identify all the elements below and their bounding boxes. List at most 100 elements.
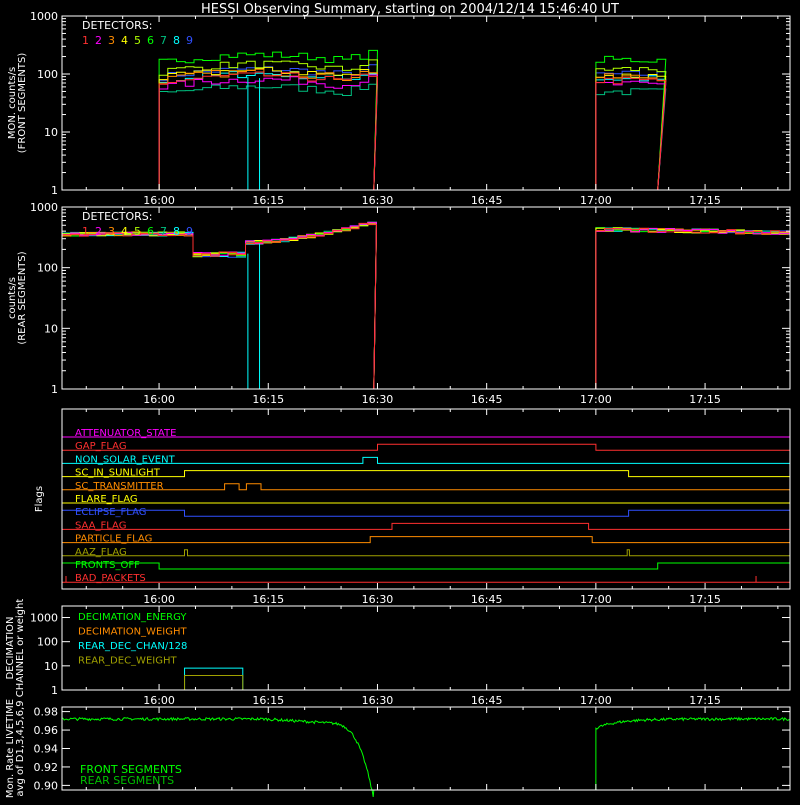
x-tick-label: 16:15 bbox=[252, 393, 284, 406]
detector-1-front-rate bbox=[62, 71, 790, 191]
legend-detector-5: 5 bbox=[134, 34, 141, 47]
legend-detector-2: 2 bbox=[95, 225, 102, 238]
x-tick-label: 17:00 bbox=[580, 194, 612, 207]
detector-3-front-rate bbox=[62, 68, 790, 191]
detector-7-rear-rate bbox=[62, 223, 790, 390]
figure-title: HESSI Observing Summary, starting on 200… bbox=[201, 2, 619, 17]
detector-4-rear-rate bbox=[62, 223, 790, 390]
flag-line-sc-in-sunlight bbox=[62, 470, 790, 478]
legend-detector-1: 1 bbox=[82, 34, 89, 47]
flag-line-sc-transmitter bbox=[62, 483, 790, 491]
flag-label-sc-in-sunlight: SC_IN_SUNLIGHT bbox=[75, 468, 161, 479]
flag-line-particle-flag bbox=[62, 536, 790, 544]
y-tick-label: 1 bbox=[51, 684, 58, 697]
detector-6-rear-rate bbox=[62, 222, 790, 390]
plot-frame bbox=[61, 15, 791, 191]
panel-rear-rates: 16:00 16:15 16:30 16:45 17:00 17:15 1 10 100 1000… bbox=[7, 201, 791, 406]
panel-livetime: 0.900.920.940.960.98Mon. Rate LIVETIME av… bbox=[5, 699, 791, 798]
detector-2-rear-rate bbox=[62, 222, 790, 390]
detector-8-dropout bbox=[247, 76, 261, 191]
legend-rear-segments: REAR SEGMENTS bbox=[80, 774, 174, 787]
legend-detector-9: 9 bbox=[186, 225, 193, 238]
x-tick-label: 16:45 bbox=[471, 393, 503, 406]
y-tick-label: 0.98 bbox=[34, 706, 59, 719]
detector-3-rear-rate bbox=[62, 222, 790, 390]
legend-detector-2: 2 bbox=[95, 34, 102, 47]
detector-9-rear-rate bbox=[62, 221, 790, 390]
x-tick-label: 16:15 bbox=[252, 593, 284, 606]
legend-detector-8: 8 bbox=[173, 34, 180, 47]
y-tick-label: 100 bbox=[37, 68, 58, 81]
legend-detector-7: 7 bbox=[160, 225, 167, 238]
detector-7-front-rate bbox=[62, 83, 790, 191]
x-tick-label: 16:00 bbox=[143, 593, 175, 606]
flag-label-non-solar-event: NON_SOLAR_EVENT bbox=[75, 454, 176, 465]
x-tick-label: 17:15 bbox=[689, 694, 721, 707]
flag-line-eclipse-flag bbox=[61, 509, 791, 517]
panel-decimation: 16:00 16:15 16:30 16:45 17:00 17:15 1 10 100 1000… bbox=[5, 599, 791, 707]
legend-detector-6: 6 bbox=[147, 225, 154, 238]
y-axis-label: (FRONT SEGMENTS) bbox=[17, 53, 28, 154]
legend-detector-7: 7 bbox=[160, 34, 167, 47]
detector-8-rear-rate bbox=[62, 223, 790, 390]
detector-8-front-rate bbox=[62, 71, 790, 191]
y-tick-label: 1000 bbox=[30, 10, 58, 23]
flag-line-aaz-flag bbox=[62, 549, 790, 557]
legend-rear-dec-weight: REAR_DEC_WEIGHT bbox=[78, 656, 177, 667]
x-tick-label: 16:30 bbox=[362, 194, 394, 207]
y-tick-label: 0.96 bbox=[34, 724, 59, 737]
legend-detector-3: 3 bbox=[108, 34, 115, 47]
legend-detector-4: 4 bbox=[121, 34, 128, 47]
x-tick-label: 16:15 bbox=[252, 194, 284, 207]
flag-label-gap-flag: GAP_FLAG bbox=[75, 441, 127, 452]
legend-detector-4: 4 bbox=[121, 225, 128, 238]
legend-detector-9: 9 bbox=[186, 34, 193, 47]
flag-label-particle-flag: PARTICLE_FLAG bbox=[75, 534, 152, 545]
y-tick-label: 100 bbox=[37, 262, 58, 275]
x-tick-label: 17:00 bbox=[580, 694, 612, 707]
detector-5-rear-rate bbox=[62, 221, 790, 390]
x-tick-label: 16:30 bbox=[362, 593, 394, 606]
x-tick-label: 16:30 bbox=[362, 393, 394, 406]
y-tick-label: 0.90 bbox=[34, 779, 59, 792]
flag-line-fronts-off bbox=[62, 562, 790, 570]
x-tick-label: 16:00 bbox=[143, 194, 175, 207]
y-axis-label: Flags bbox=[34, 486, 45, 512]
detector-8-dropout bbox=[247, 243, 261, 390]
summary-plot: HESSI Observing Summary, starting on 200… bbox=[5, 2, 791, 798]
legend-decimation-energy: DECIMATION_ENERGY bbox=[78, 612, 187, 623]
x-tick-label: 17:00 bbox=[580, 393, 612, 406]
x-tick-label: 16:30 bbox=[362, 694, 394, 707]
legend-decimation-weight: DECIMATION_WEIGHT bbox=[78, 627, 187, 638]
x-tick-label: 17:00 bbox=[580, 593, 612, 606]
legend-title: DETECTORS: bbox=[82, 210, 152, 223]
y-tick-label: 10 bbox=[44, 126, 58, 139]
flag-line-saa-flag bbox=[62, 522, 790, 530]
x-tick-label: 16:45 bbox=[471, 593, 503, 606]
x-tick-label: 17:15 bbox=[689, 393, 721, 406]
x-tick-label: 16:45 bbox=[471, 694, 503, 707]
y-axis-label: avg of D1,3,4,5,6,9 bbox=[15, 700, 26, 796]
legend-detector-8: 8 bbox=[173, 225, 180, 238]
legend-title: DETECTORS: bbox=[82, 19, 152, 32]
y-tick-label: 100 bbox=[37, 636, 58, 649]
y-tick-label: 1 bbox=[51, 383, 58, 396]
flag-label-attenuator-state: ATTENUATOR_STATE bbox=[75, 428, 176, 439]
x-tick-label: 16:00 bbox=[143, 393, 175, 406]
x-tick-label: 16:45 bbox=[471, 194, 503, 207]
y-tick-label: 1000 bbox=[30, 201, 58, 214]
flag-label-aaz-flag: AAZ_FLAG bbox=[75, 547, 127, 558]
y-tick-label: 0.94 bbox=[34, 743, 59, 756]
flag-label-eclipse-flag: ECLIPSE_FLAG bbox=[75, 507, 146, 518]
legend-detector-1: 1 bbox=[82, 225, 89, 238]
detector-1-rear-rate bbox=[62, 222, 790, 390]
x-tick-label: 16:00 bbox=[143, 694, 175, 707]
panel-flags: ATTENUATOR_STATE GAP_FLAG NON_SOLAR_EVENT S… bbox=[34, 408, 791, 606]
flag-line-gap-flag bbox=[62, 443, 790, 451]
x-tick-label: 17:15 bbox=[689, 194, 721, 207]
y-tick-label: 1 bbox=[51, 184, 58, 197]
y-axis-label: CHANNEL or weight bbox=[15, 599, 26, 698]
y-tick-label: 0.92 bbox=[34, 761, 59, 774]
legend-detector-6: 6 bbox=[147, 34, 154, 47]
x-tick-label: 17:15 bbox=[689, 593, 721, 606]
